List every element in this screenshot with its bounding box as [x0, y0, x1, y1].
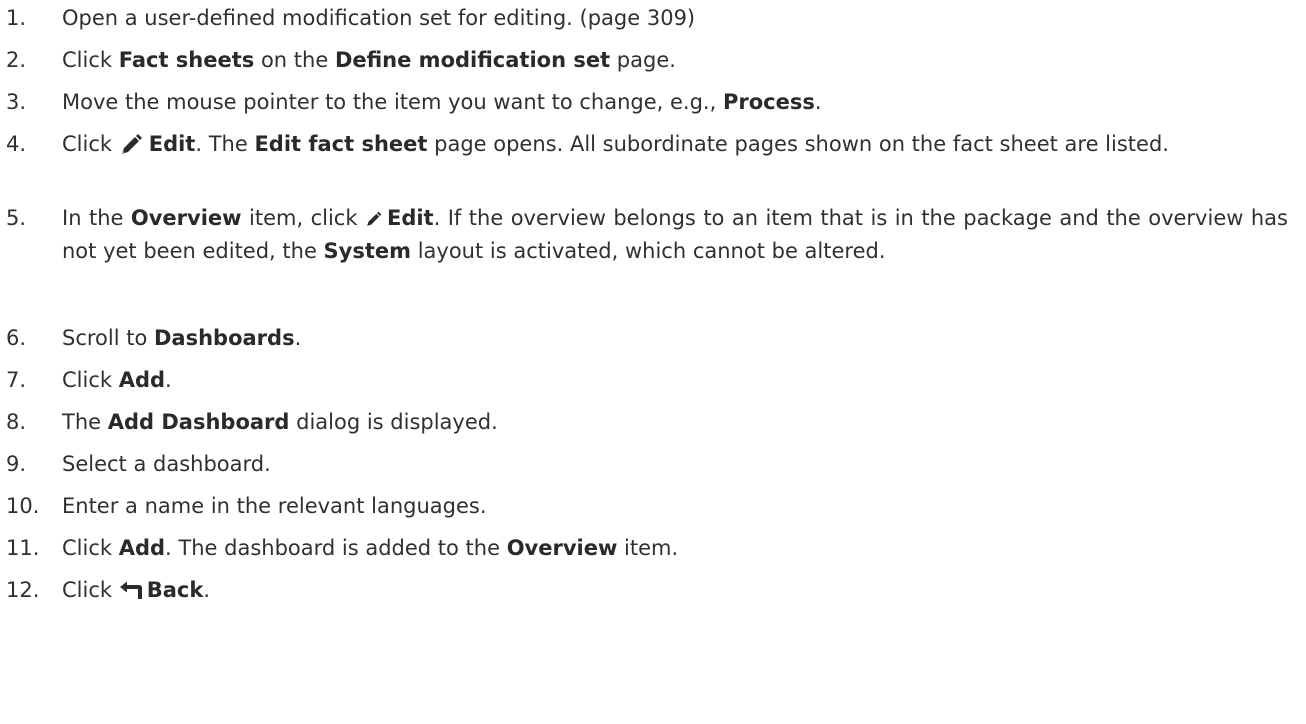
step-text-run: page.	[610, 48, 676, 72]
step-text-run: . The	[195, 132, 255, 156]
ui-term: System	[323, 239, 412, 263]
step-text-run: layout is activated, which cannot be alt…	[411, 239, 886, 263]
ui-term: Dashboards	[154, 326, 295, 350]
ui-term: Edit	[386, 206, 434, 230]
step-text-run: .	[203, 578, 210, 602]
instruction-steps: 1. Open a user-defined modification set …	[0, 0, 1306, 724]
step-number: 2.	[6, 48, 27, 72]
ui-term: Fact sheets	[118, 48, 255, 72]
step-text-run: item, click	[241, 206, 365, 230]
step-text: Move the mouse pointer to the item you w…	[62, 86, 1288, 118]
step-text-run: Enter a name in the relevant languages.	[62, 494, 487, 518]
step-text-run: Click	[62, 578, 119, 602]
ui-term: Add	[118, 536, 166, 560]
step-text-run: Scroll to	[62, 326, 154, 350]
step-number: 3.	[6, 90, 27, 114]
step-text-run: Click	[62, 132, 119, 156]
step-text-run: Move the mouse pointer to the item you w…	[62, 90, 723, 114]
back-arrow-icon	[119, 581, 143, 601]
pencil-icon	[365, 211, 382, 228]
step-number: 1.	[6, 6, 27, 30]
step-text-run: Click	[62, 536, 119, 560]
step-number: 6.	[6, 326, 27, 350]
ui-term: Add Dashboard	[107, 410, 290, 434]
step-text-run: on the	[254, 48, 335, 72]
step-text: Select a dashboard.	[62, 448, 1288, 480]
step-number: 12.	[6, 578, 40, 602]
ui-term: Edit fact sheet	[254, 132, 428, 156]
step-text-run: item.	[617, 536, 679, 560]
step-number: 11.	[6, 536, 40, 560]
step-number: 4.	[6, 132, 27, 156]
step-text-run: .	[294, 326, 302, 350]
step-text: Click Add. The dashboard is added to the…	[62, 532, 1288, 564]
step-text: Scroll to Dashboards.	[62, 322, 1288, 354]
step-number: 5.	[6, 206, 27, 230]
step-text-run: Select a dashboard.	[62, 452, 271, 476]
ui-term: Define modification set	[334, 48, 611, 72]
step-number: 8.	[6, 410, 27, 434]
step-text-run: . The dashboard is added to the	[165, 536, 507, 560]
step-text: Click Edit. The Edit fact sheet page ope…	[62, 128, 1288, 160]
ui-term: Process	[722, 90, 815, 114]
step-number: 9.	[6, 452, 27, 476]
step-number: 7.	[6, 368, 27, 392]
step-number: 10.	[6, 494, 40, 518]
step-text-run: Click	[62, 48, 119, 72]
step-text-run: page opens. All subordinate pages shown …	[427, 132, 1169, 156]
step-text: Click Add.	[62, 364, 1288, 396]
ui-term: Back	[146, 578, 204, 602]
step-text-run: Open a user-defined modification set for…	[62, 6, 696, 30]
step-text: Click Fact sheets on the Define modifica…	[62, 44, 1288, 76]
step-text: Open a user-defined modification set for…	[62, 2, 1288, 34]
step-text-run: Click	[62, 368, 119, 392]
step-text: In the Overview item, click Edit. If the…	[62, 202, 1288, 268]
ui-term: Edit	[148, 132, 196, 156]
ui-term: Add	[118, 368, 166, 392]
step-text-run: dialog is displayed.	[289, 410, 498, 434]
step-text: The Add Dashboard dialog is displayed.	[62, 406, 1288, 438]
step-text-run: In the	[62, 206, 131, 230]
step-text-run: The	[62, 410, 108, 434]
step-text: Enter a name in the relevant languages.	[62, 490, 1288, 522]
ui-term: Overview	[506, 536, 618, 560]
step-text-run: .	[814, 90, 822, 114]
pencil-icon	[119, 133, 143, 157]
step-text: Click Back.	[62, 574, 1288, 606]
ui-term: Overview	[130, 206, 242, 230]
step-text-run: .	[165, 368, 172, 392]
